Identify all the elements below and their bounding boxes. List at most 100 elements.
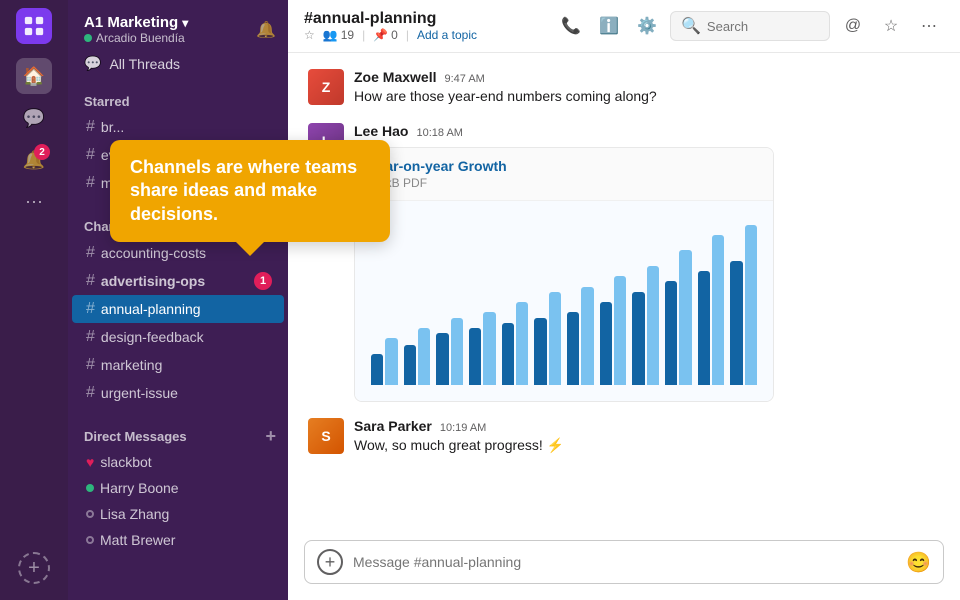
bar-light: [581, 287, 593, 385]
members-icon: 👥: [323, 28, 338, 42]
dm-header[interactable]: Direct Messages +: [68, 419, 288, 449]
bar-light: [679, 250, 691, 384]
message-input[interactable]: [353, 554, 896, 570]
hash-icon: #: [86, 384, 95, 402]
hash-icon: #: [86, 244, 95, 262]
bar-light: [647, 266, 659, 385]
online-status-dot: [86, 484, 94, 492]
bar-group: [665, 250, 692, 384]
starred-item-1[interactable]: # br...: [72, 113, 284, 141]
info-icon[interactable]: ℹ️: [594, 11, 624, 41]
bar-light: [385, 338, 397, 384]
heart-icon: ♥: [86, 454, 94, 470]
bar-dark: [469, 328, 481, 385]
bar-dark: [730, 261, 742, 385]
channel-header: #annual-planning ☆ 👥 19 | 📌 0 | Add a to…: [288, 0, 960, 53]
star-icon[interactable]: ☆: [304, 28, 315, 42]
sidebar-dm-harry-boone[interactable]: Harry Boone: [72, 475, 284, 501]
more-options-icon[interactable]: ⋯: [914, 11, 944, 41]
bar-light: [516, 302, 528, 385]
hash-icon: #: [86, 272, 95, 290]
bar-dark: [665, 281, 677, 384]
sidebar-dm-slackbot[interactable]: ♥ slackbot: [72, 449, 284, 475]
bar-group: [371, 338, 398, 384]
bar-group: [502, 302, 529, 385]
bar-dark: [567, 312, 579, 384]
bar-group: [567, 287, 594, 385]
file-attachment[interactable]: Year-on-year Growth 78 kB PDF: [354, 147, 774, 402]
bar-group: [698, 235, 725, 385]
message-author-sara: Sara Parker: [354, 418, 432, 434]
header-actions: 📞 ℹ️ ⚙️ 🔍 @ ☆ ⋯: [556, 11, 944, 41]
message-author-lee: Lee Hao: [354, 123, 408, 139]
attachment-title: Year-on-year Growth: [369, 158, 759, 174]
home-icon[interactable]: 🏠: [16, 58, 52, 94]
sidebar-dm-lisa-zhang[interactable]: Lisa Zhang: [72, 501, 284, 527]
hash-icon: #: [86, 356, 95, 374]
hash-icon: #: [86, 174, 95, 192]
hash-icon: #: [86, 118, 95, 136]
tooltip-text: Channels are where teams share ideas and…: [130, 157, 357, 224]
dm-section: Direct Messages + ♥ slackbot Harry Boone…: [68, 411, 288, 557]
channel-meta: ☆ 👥 19 | 📌 0 | Add a topic: [304, 28, 477, 42]
message-time-sara: 10:19 AM: [440, 422, 486, 434]
search-input[interactable]: [707, 19, 819, 34]
workspace-user: Arcadio Buendía: [84, 31, 188, 45]
offline-status-dot: [86, 536, 94, 544]
message-input-box[interactable]: + 😊: [304, 540, 944, 584]
bar-light: [418, 328, 430, 385]
bar-dark: [632, 292, 644, 385]
main-content: #annual-planning ☆ 👥 19 | 📌 0 | Add a to…: [288, 0, 960, 600]
sidebar-item-marketing[interactable]: # marketing: [72, 351, 284, 379]
bar-group: [534, 292, 561, 385]
hash-icon: #: [86, 300, 95, 318]
settings-icon[interactable]: ⚙️: [632, 11, 662, 41]
message-body-lee: Lee Hao 10:18 AM Year-on-year Growth 78 …: [354, 123, 940, 402]
icon-bar: 🏠 💬 🔔 2 ⋯ +: [0, 0, 68, 600]
bookmark-icon[interactable]: ☆: [876, 11, 906, 41]
message-time-lee: 10:18 AM: [416, 127, 462, 139]
sidebar-item-urgent-issue[interactable]: # urgent-issue: [72, 379, 284, 407]
add-workspace-button[interactable]: +: [18, 552, 50, 584]
bell-icon[interactable]: 🔔: [256, 20, 276, 40]
sidebar-item-annual-planning[interactable]: # annual-planning: [72, 295, 284, 323]
add-attachment-button[interactable]: +: [317, 549, 343, 575]
message-header-sara: Sara Parker 10:19 AM: [354, 418, 940, 434]
channel-title-area: #annual-planning ☆ 👥 19 | 📌 0 | Add a to…: [304, 10, 477, 42]
workspace-name[interactable]: A1 Marketing ▾: [84, 14, 188, 31]
app-logo[interactable]: [16, 8, 52, 44]
unread-badge: 1: [254, 272, 272, 290]
search-box[interactable]: 🔍: [670, 11, 830, 41]
emoji-icon[interactable]: 😊: [906, 550, 931, 575]
sidebar-dm-matt-brewer[interactable]: Matt Brewer: [72, 527, 284, 553]
bar-group: [469, 312, 496, 384]
avatar-zoe: Z: [308, 69, 344, 105]
starred-header[interactable]: Starred: [68, 86, 288, 113]
all-threads-item[interactable]: 💬 All Threads: [68, 49, 288, 78]
message-body-zoe: Zoe Maxwell 9:47 AM How are those year-e…: [354, 69, 940, 107]
sidebar-item-design-feedback[interactable]: # design-feedback: [72, 323, 284, 351]
message-body-sara: Sara Parker 10:19 AM Wow, so much great …: [354, 418, 940, 456]
dm-icon[interactable]: 💬: [16, 100, 52, 136]
message-input-area: + 😊: [288, 530, 960, 600]
activity-icon[interactable]: 🔔 2: [16, 142, 52, 178]
bar-group: [436, 318, 463, 385]
add-topic-link[interactable]: Add a topic: [417, 28, 477, 42]
bar-dark: [371, 354, 383, 385]
phone-icon[interactable]: 📞: [556, 11, 586, 41]
bar-dark: [502, 323, 514, 385]
pin-count[interactable]: 📌 0: [373, 28, 398, 42]
message-author-zoe: Zoe Maxwell: [354, 69, 436, 85]
more-icon[interactable]: ⋯: [16, 184, 52, 220]
threads-icon: 💬: [84, 55, 101, 72]
at-icon[interactable]: @: [838, 11, 868, 41]
pin-icon: 📌: [373, 28, 388, 42]
message-text-zoe: How are those year-end numbers coming al…: [354, 87, 940, 107]
bar-light: [614, 276, 626, 384]
sidebar-item-advertising-ops[interactable]: # advertising-ops 1: [72, 267, 284, 295]
attachment-meta: 78 kB PDF: [369, 176, 759, 190]
member-count[interactable]: 👥 19: [323, 28, 354, 42]
add-dm-button[interactable]: +: [265, 427, 276, 445]
message-header-zoe: Zoe Maxwell 9:47 AM: [354, 69, 940, 85]
bar-dark: [534, 318, 546, 385]
